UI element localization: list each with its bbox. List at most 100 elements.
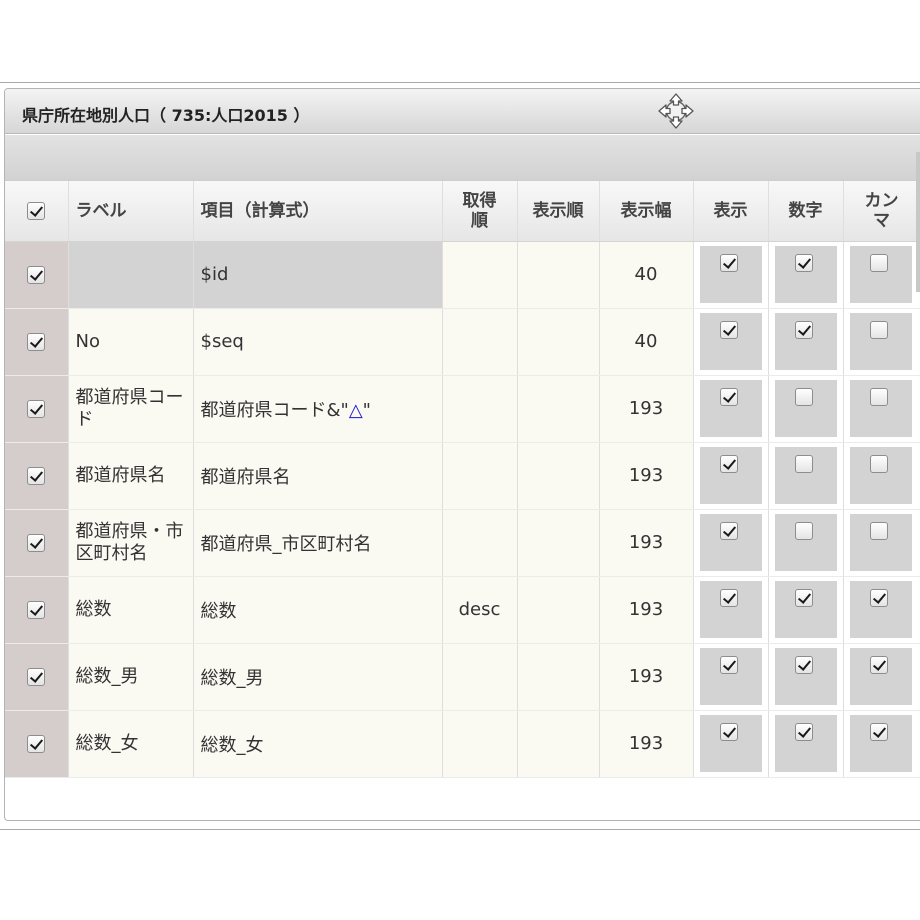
fetch-order-cell[interactable]: [442, 509, 518, 577]
display-width-cell[interactable]: 193: [599, 509, 694, 577]
number-checkbox[interactable]: [794, 320, 813, 339]
comma-checkbox[interactable]: [869, 387, 888, 406]
table-row[interactable]: No $seq 40: [5, 308, 920, 376]
number-toggle[interactable]: [774, 647, 837, 705]
display-order-cell[interactable]: [517, 241, 600, 309]
table-row[interactable]: $id 40: [5, 241, 920, 309]
window-titlebar[interactable]: 県庁所在地別人口（ 735:人口2015 ）: [5, 89, 920, 134]
number-toggle[interactable]: [774, 580, 837, 638]
show-checkbox[interactable]: [719, 655, 738, 674]
show-toggle[interactable]: [699, 245, 762, 303]
show-checkbox[interactable]: [719, 253, 738, 272]
number-toggle[interactable]: [774, 446, 837, 504]
row-select-checkbox[interactable]: [27, 266, 46, 284]
comma-checkbox[interactable]: [869, 454, 888, 473]
label-cell[interactable]: 総数: [68, 576, 194, 644]
row-select-checkbox[interactable]: [27, 400, 46, 418]
display-order-cell[interactable]: [517, 442, 600, 510]
show-checkbox[interactable]: [719, 387, 738, 406]
comma-toggle[interactable]: [849, 245, 912, 303]
show-header[interactable]: 表示: [693, 181, 769, 242]
comma-toggle[interactable]: [849, 714, 912, 772]
label-cell[interactable]: No: [68, 308, 194, 376]
scrollbar[interactable]: [916, 152, 920, 292]
expression-cell[interactable]: 総数: [193, 576, 443, 644]
row-select-checkbox[interactable]: [27, 534, 46, 552]
display-order-header[interactable]: 表示順: [517, 181, 600, 242]
label-header[interactable]: ラベル: [68, 181, 194, 242]
expression-cell[interactable]: 都道府県_市区町村名: [193, 509, 443, 577]
label-cell[interactable]: 都道府県・市区町村名: [68, 509, 194, 577]
show-toggle[interactable]: [699, 446, 762, 504]
display-order-cell[interactable]: [517, 509, 600, 577]
table-row[interactable]: 総数_女 総数_女 193: [5, 710, 920, 778]
expression-cell[interactable]: 都道府県コード&"△": [193, 375, 443, 443]
comma-checkbox[interactable]: [869, 320, 888, 339]
expression-cell[interactable]: 総数_男: [193, 643, 443, 711]
number-toggle[interactable]: [774, 714, 837, 772]
expression-cell[interactable]: $seq: [193, 308, 443, 376]
show-checkbox[interactable]: [719, 588, 738, 607]
table-row[interactable]: 総数_男 総数_男 193: [5, 643, 920, 711]
number-header[interactable]: 数字: [768, 181, 844, 242]
number-checkbox[interactable]: [794, 722, 813, 741]
show-checkbox[interactable]: [719, 521, 738, 540]
number-checkbox[interactable]: [794, 655, 813, 674]
number-toggle[interactable]: [774, 312, 837, 370]
fetch-order-cell[interactable]: [442, 643, 518, 711]
table-row[interactable]: 都道府県・市区町村名 都道府県_市区町村名 193: [5, 509, 920, 577]
display-width-cell[interactable]: 193: [599, 375, 694, 443]
display-order-cell[interactable]: [517, 643, 600, 711]
show-toggle[interactable]: [699, 580, 762, 638]
display-width-cell[interactable]: 193: [599, 643, 694, 711]
comma-checkbox[interactable]: [869, 655, 888, 674]
number-checkbox[interactable]: [794, 521, 813, 540]
label-cell[interactable]: 総数_女: [68, 710, 194, 778]
comma-toggle[interactable]: [849, 312, 912, 370]
label-cell[interactable]: 総数_男: [68, 643, 194, 711]
comma-toggle[interactable]: [849, 513, 912, 571]
number-toggle[interactable]: [774, 513, 837, 571]
display-width-cell[interactable]: 40: [599, 241, 694, 309]
display-order-cell[interactable]: [517, 375, 600, 443]
expression-cell[interactable]: 総数_女: [193, 710, 443, 778]
number-checkbox[interactable]: [794, 253, 813, 272]
fetch-order-cell[interactable]: [442, 375, 518, 443]
display-width-cell[interactable]: 40: [599, 308, 694, 376]
comma-toggle[interactable]: [849, 379, 912, 437]
comma-checkbox[interactable]: [869, 722, 888, 741]
comma-toggle[interactable]: [849, 580, 912, 638]
show-toggle[interactable]: [699, 379, 762, 437]
comma-checkbox[interactable]: [869, 588, 888, 607]
display-order-cell[interactable]: [517, 576, 600, 644]
row-select-checkbox[interactable]: [27, 668, 46, 686]
select-all-checkbox[interactable]: [27, 201, 46, 220]
fetch-order-cell[interactable]: desc: [442, 576, 518, 644]
show-checkbox[interactable]: [719, 320, 738, 339]
table-row[interactable]: 都道府県コード 都道府県コード&"△" 193: [5, 375, 920, 443]
number-checkbox[interactable]: [794, 387, 813, 406]
comma-toggle[interactable]: [849, 647, 912, 705]
number-checkbox[interactable]: [794, 454, 813, 473]
show-toggle[interactable]: [699, 513, 762, 571]
display-width-cell[interactable]: 193: [599, 442, 694, 510]
comma-checkbox[interactable]: [869, 253, 888, 272]
show-toggle[interactable]: [699, 647, 762, 705]
expression-header[interactable]: 項目（計算式）: [193, 181, 443, 242]
display-width-cell[interactable]: 193: [599, 710, 694, 778]
number-toggle[interactable]: [774, 245, 837, 303]
table-row[interactable]: 都道府県名 都道府県名 193: [5, 442, 920, 510]
show-toggle[interactable]: [699, 312, 762, 370]
fetch-order-cell[interactable]: [442, 442, 518, 510]
comma-toggle[interactable]: [849, 446, 912, 504]
number-checkbox[interactable]: [794, 588, 813, 607]
fetch-order-cell[interactable]: [442, 710, 518, 778]
show-checkbox[interactable]: [719, 722, 738, 741]
comma-checkbox[interactable]: [869, 521, 888, 540]
fetch-order-cell[interactable]: [442, 241, 518, 309]
fetch-order-header[interactable]: 取得 順: [442, 181, 518, 242]
expression-cell[interactable]: $id: [193, 241, 443, 309]
display-width-header[interactable]: 表示幅: [599, 181, 694, 242]
row-select-checkbox[interactable]: [27, 333, 46, 351]
label-cell[interactable]: 都道府県コード: [68, 375, 194, 443]
